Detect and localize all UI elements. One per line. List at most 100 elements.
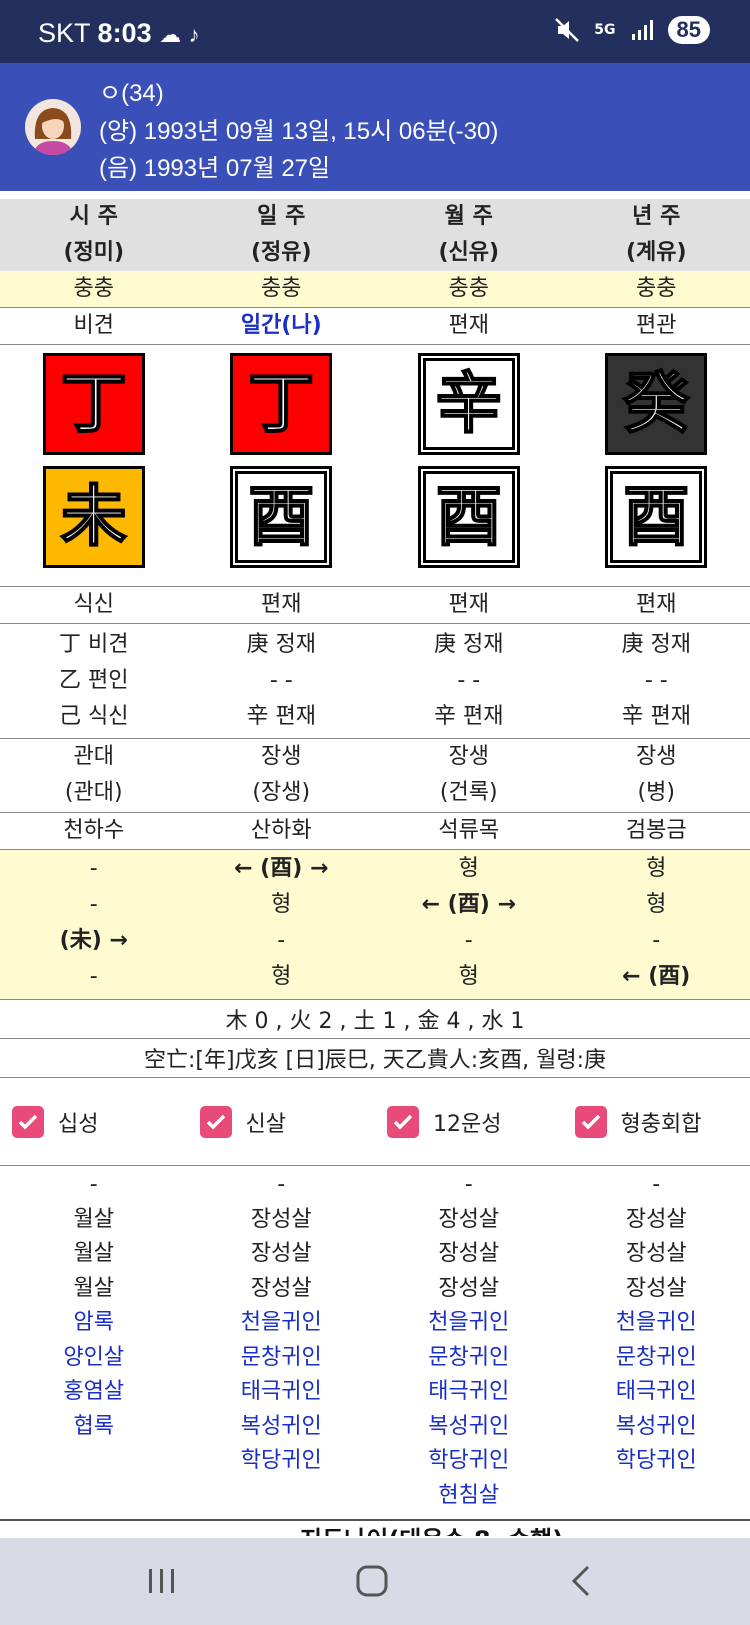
recent-apps-icon[interactable] — [146, 1566, 178, 1596]
chung-cell: 충충 — [636, 276, 677, 301]
gongmang-row: 空亡:[年]戊亥 [日]辰巳, 天乙貴人:亥酉, 월령:庚 — [0, 1039, 750, 1078]
sipsin-cell: 편재 — [448, 313, 489, 338]
branch-box[interactable]: 未 — [42, 466, 145, 568]
sipsin-cell: 편재 — [636, 592, 677, 617]
pillar-col-day: 일 주 (정유) — [250, 204, 312, 265]
chung-cell: 충충 — [448, 276, 489, 301]
solar-date: (양) 1993년 09월 13일, 15시 06분(-30) — [99, 118, 499, 145]
profile-header: ㅇ(34) (양) 1993년 09월 13일, 15시 06분(-30) (음… — [0, 63, 750, 191]
relation-row: - ← (酉) → 형 형 — [0, 851, 750, 887]
unseong-cell: 장생 (건록) — [439, 744, 498, 805]
battery-badge: 85 — [667, 16, 710, 44]
check-icon[interactable] — [387, 1105, 419, 1138]
header-gap — [0, 191, 750, 199]
relation-row: - 형 ← (酉) → 형 — [0, 887, 750, 923]
check-icon[interactable] — [574, 1105, 607, 1138]
sipsin-cell: 편재 — [261, 592, 302, 617]
chung-cell: 충충 — [261, 276, 302, 301]
jijanggan-cell: 庚 정재 - -辛 편재 — [621, 632, 691, 729]
stem-box[interactable]: 丁 — [42, 353, 145, 455]
sipsin-cell: 식신 — [73, 592, 114, 617]
signal-icon — [631, 20, 653, 40]
stem-row: 丁 丁 辛 癸 — [0, 353, 750, 466]
sinsal-col: - 장성살 장성살 장성살 천을귀인 문창귀인 태극귀인 복성귀인 학당귀인 현침살 — [428, 1172, 510, 1508]
relation-cell: 형 — [271, 892, 292, 917]
chung-cell: 충충 — [73, 276, 114, 301]
relation-cell: - — [277, 928, 286, 953]
checkbox-label: 12운성 — [433, 1111, 502, 1137]
sinsal-block: - 월살 월살 월살 암록 양인살 홍염살 협록 - 장성살 장성살 장성살 천을귀인 문창귀인 태극… — [0, 1166, 750, 1513]
relation-cell: - — [89, 892, 98, 917]
relation-cell: - — [89, 964, 98, 989]
branch-box[interactable]: 酉 — [230, 466, 333, 568]
sinsal-col: - 월살 월살 월살 암록 양인살 홍염살 협록 — [63, 1172, 125, 1439]
relation-cell: (未) → — [59, 928, 128, 953]
sinsal-col: - 장성살 장성살 장성살 천을귀인 문창귀인 태극귀인 복성귀인 학당귀인 — [615, 1172, 697, 1473]
sipsin-cell: 편재 — [448, 592, 489, 617]
ilgan-label: 일간(나) — [240, 313, 322, 338]
pillar-col-year: 년 주 (계유) — [625, 204, 687, 265]
element-count-row: 木 0 , 火 2 , 土 1 , 金 4 , 水 1 — [0, 1000, 750, 1039]
relation-row: - 형 형 ← (酉) — [0, 959, 750, 995]
sipsin-cell: 비견 — [73, 313, 114, 338]
relation-cell: - — [652, 928, 661, 953]
relation-cell: 형 — [458, 964, 479, 989]
jijanggan-cell: 庚 정재 - -辛 편재 — [434, 632, 504, 729]
checkbox-label: 형충회합 — [620, 1111, 702, 1137]
unseong-cell: 장생 (병) — [636, 744, 677, 805]
back-icon[interactable] — [568, 1564, 594, 1598]
status-left: SKT 8:03 ☁ ♪ — [38, 18, 200, 49]
relation-cell: - — [89, 856, 98, 881]
napeum-cell: 검봉금 — [625, 818, 687, 843]
checkbox-hyeongchung[interactable]: 형충회합 — [563, 1105, 750, 1138]
chung-row: 충충 충충 충충 충충 — [0, 271, 750, 308]
pillar-title-row: 시 주 (정미) 일 주 (정유) 월 주 (신유) 년 주 (계유) — [0, 199, 750, 271]
tiktok-icon: ♪ — [188, 22, 200, 47]
branch-row: 未 酉 酉 酉 — [0, 466, 750, 579]
check-icon[interactable] — [199, 1105, 232, 1138]
jijanggan-cell: 丁 비견 乙 편인 己 식신 — [59, 632, 129, 729]
mute-icon — [555, 18, 580, 42]
sinsal-col: - 장성살 장성살 장성살 천을귀인 문창귀인 태극귀인 복성귀인 학당귀인 — [240, 1172, 322, 1473]
checkbox-label: 십성 — [58, 1111, 99, 1137]
stem-box[interactable]: 丁 — [230, 353, 333, 455]
element-count: 木 0 , 火 2 , 土 1 , 金 4 , 水 1 — [225, 1009, 525, 1034]
ganji-boxes: 丁 丁 辛 癸 未 酉 酉 酉 — [0, 345, 750, 587]
checkbox-sinsal[interactable]: 신살 — [188, 1105, 376, 1138]
relation-cell: - — [464, 928, 473, 953]
relation-cell: 형 — [458, 856, 479, 881]
home-icon[interactable] — [355, 1564, 389, 1598]
check-icon[interactable] — [12, 1105, 44, 1138]
stem-box[interactable]: 癸 — [605, 353, 708, 455]
unseong-cell: 관대 (관대) — [64, 744, 123, 805]
sipsin-cell: 편관 — [636, 313, 677, 338]
napeum-cell: 산하화 — [250, 818, 312, 843]
5g-icon: 5G — [594, 22, 616, 38]
relations-block: - ← (酉) → 형 형 - 형 ← (酉) → 형 (未) → - - - … — [0, 850, 750, 1000]
relation-row: (未) → - - - — [0, 923, 750, 959]
relation-cell: ← (酉) → — [234, 856, 329, 881]
relation-cell: 형 — [646, 856, 667, 881]
clock: 8:03 — [97, 18, 152, 48]
navigation-bar — [0, 1538, 750, 1625]
unseong-row: 관대 (관대) 장생 (장생) 장생 (건록) 장생 (병) — [0, 739, 750, 813]
branch-box[interactable]: 酉 — [605, 466, 708, 568]
checkbox-sipsung[interactable]: 십성 — [0, 1105, 188, 1138]
avatar-icon — [33, 108, 73, 155]
napeum-cell: 석류목 — [438, 818, 500, 843]
avatar — [25, 99, 81, 155]
jijanggan-row: 丁 비견 乙 편인 己 식신 庚 정재 - -辛 편재 庚 정재 - -辛 편재 庚 정… — [0, 624, 750, 739]
checkbox-12unseong[interactable]: 12운성 — [375, 1105, 563, 1138]
carrier-label: SKT — [38, 18, 91, 48]
napeum-cell: 천하수 — [63, 818, 125, 843]
daeun-header-partial: 지두나이(대운수 8, 순행) — [300, 1520, 563, 1536]
pillar-col-month: 월 주 (신유) — [438, 204, 500, 265]
pillar-col-hour: 시 주 (정미) — [63, 204, 125, 265]
relation-cell: ← (酉) — [622, 964, 691, 989]
status-right: 5G 85 — [554, 16, 710, 44]
stem-box[interactable]: 辛 — [417, 353, 520, 455]
napeum-row: 천하수 산하화 석류목 검봉금 — [0, 813, 750, 850]
gongmang-text: 空亡:[年]戊亥 [日]辰巳, 天乙貴人:亥酉, 월령:庚 — [143, 1048, 606, 1073]
sipsin-bottom-row: 식신 편재 편재 편재 — [0, 587, 750, 624]
branch-box[interactable]: 酉 — [417, 466, 520, 568]
